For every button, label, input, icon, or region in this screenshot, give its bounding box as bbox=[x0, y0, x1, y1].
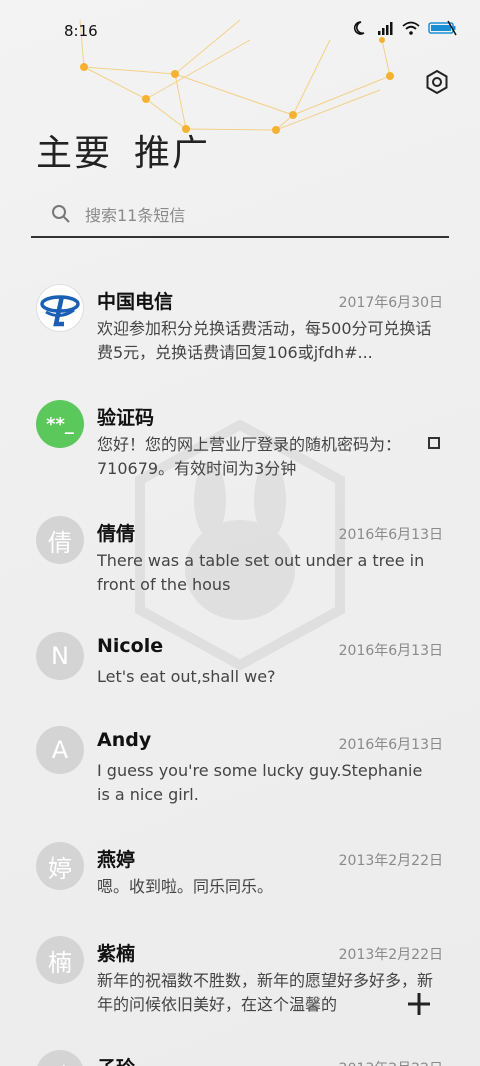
message-item[interactable]: A Andy 2016年6月13日 I guess you're some lu… bbox=[0, 726, 480, 816]
message-date: 2013年2月22日 bbox=[338, 947, 443, 963]
tab-bar: 主要 推广 bbox=[36, 124, 210, 176]
wifi-icon bbox=[402, 21, 420, 35]
avatar: 婷 bbox=[36, 842, 84, 890]
message-preview: There was a table set out under a tree i… bbox=[97, 551, 425, 594]
battery-icon bbox=[428, 20, 458, 36]
avatar: N bbox=[36, 632, 84, 680]
message-preview: I guess you're some lucky guy.Stephanie … bbox=[97, 761, 423, 804]
avatar: 楠 bbox=[36, 936, 84, 984]
tab-primary[interactable]: 主要 bbox=[36, 124, 112, 176]
status-bar: 8:16 bbox=[0, 0, 480, 62]
message-sender: 验证码 bbox=[97, 407, 155, 429]
message-preview: 您好！您的网上营业厅登录的随机密码为：710679。有效时间为3分钟 bbox=[97, 435, 402, 478]
message-preview: 新年的祝福数不胜数，新年的愿望好多好多，新年的问候依旧美好，在这个温馨的 bbox=[97, 971, 434, 1014]
avatar: **_ bbox=[36, 400, 84, 448]
signal-icon bbox=[377, 21, 394, 35]
compose-button[interactable] bbox=[405, 990, 433, 1018]
message-sender: 子玲 bbox=[97, 1053, 135, 1066]
search-bar[interactable] bbox=[31, 195, 449, 238]
tab-promotions[interactable]: 推广 bbox=[134, 124, 210, 176]
avatar: A bbox=[36, 726, 84, 774]
message-preview: Let's eat out,shall we? bbox=[97, 667, 276, 686]
gear-icon bbox=[426, 69, 448, 95]
telecom-logo-avatar bbox=[36, 284, 84, 332]
message-preview: 欢迎参加积分兑换话费活动，每500分可兑换话费5元，兑换话费请回复106或jfd… bbox=[97, 319, 432, 362]
message-item-telecom[interactable]: 中国电信 2017年6月30日 欢迎参加积分兑换话费活动，每500分可兑换话费5… bbox=[0, 284, 480, 374]
message-date: 2016年6月13日 bbox=[338, 643, 443, 659]
unread-indicator bbox=[428, 437, 440, 449]
message-date: 2016年6月13日 bbox=[338, 737, 443, 753]
message-sender: Nicole bbox=[97, 635, 164, 657]
message-date: 2017年6月30日 bbox=[338, 295, 443, 311]
message-preview: 嗯。收到啦。同乐同乐。 bbox=[97, 877, 274, 896]
message-item[interactable]: N Nicole 2016年6月13日 Let's eat out,shall … bbox=[0, 632, 480, 702]
message-item[interactable]: 婷 燕婷 2013年2月22日 嗯。收到啦。同乐同乐。 bbox=[0, 842, 480, 912]
message-sender: 紫楠 bbox=[97, 943, 136, 965]
moon-icon bbox=[353, 20, 369, 36]
settings-button[interactable] bbox=[424, 69, 450, 95]
avatar: 玲 bbox=[36, 1050, 84, 1066]
message-item[interactable]: 倩 倩倩 2016年6月13日 There was a table set ou… bbox=[0, 516, 480, 606]
plus-icon bbox=[408, 993, 430, 1015]
search-input[interactable] bbox=[83, 201, 427, 229]
status-time: 8:16 bbox=[64, 22, 98, 40]
message-sender: Andy bbox=[97, 729, 152, 751]
message-date: 2013年2月22日 bbox=[338, 853, 443, 869]
message-date: 2013年2月22日 bbox=[339, 1058, 443, 1066]
message-sender: 中国电信 bbox=[97, 291, 174, 313]
message-item-verification[interactable]: **_ 验证码 您好！您的网上营业厅登录的随机密码为：710679。有效时间为3… bbox=[0, 400, 480, 490]
message-item[interactable]: 玲 子玲 2013年2月22日 bbox=[0, 1050, 480, 1066]
message-date: 2016年6月13日 bbox=[338, 527, 443, 543]
avatar: 倩 bbox=[36, 516, 84, 564]
message-sender: 燕婷 bbox=[97, 849, 136, 871]
search-icon bbox=[52, 205, 70, 223]
message-sender: 倩倩 bbox=[97, 523, 136, 545]
